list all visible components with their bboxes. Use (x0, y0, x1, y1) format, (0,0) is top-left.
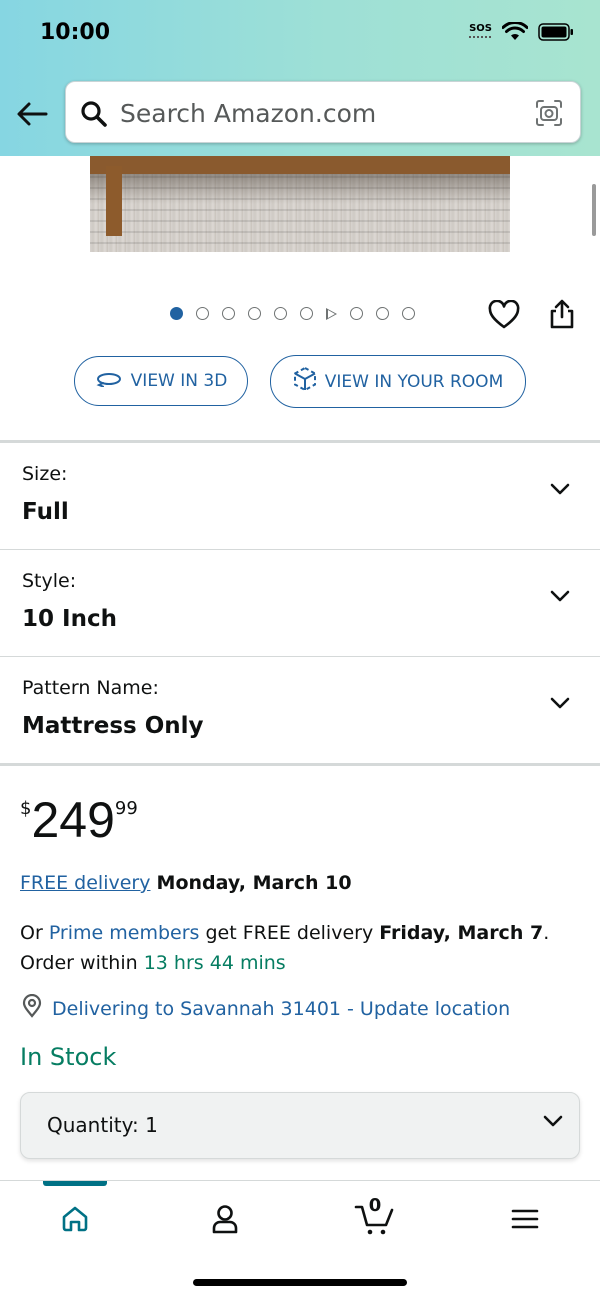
pattern-label: Pattern Name: (22, 677, 159, 699)
prime-members-link[interactable]: Prime members (49, 922, 200, 944)
carousel-dot[interactable] (222, 307, 235, 320)
chevron-down-icon (550, 483, 570, 495)
back-button[interactable] (14, 96, 50, 132)
app-header: 10:00 SOS (0, 0, 600, 156)
home-indicator[interactable] (193, 1279, 407, 1286)
cart-count: 0 (368, 1195, 382, 1216)
battery-icon (538, 22, 574, 46)
quantity-label: Quantity: (47, 1113, 139, 1137)
prime-delivery-info: Or Prime members get FREE delivery Frida… (20, 922, 550, 974)
pattern-value: Mattress Only (22, 713, 204, 739)
status-time: 10:00 (40, 20, 111, 45)
pattern-selector[interactable]: Pattern Name: Mattress Only (0, 657, 600, 763)
scrollbar[interactable] (592, 184, 596, 236)
status-icons: SOS (469, 21, 574, 46)
section-divider (0, 763, 600, 766)
delivery-location-link[interactable]: Delivering to Savannah 31401 - Update lo… (20, 993, 511, 1023)
carousel-dot[interactable] (170, 307, 183, 320)
bed-leg (106, 166, 122, 236)
arrow-left-icon (17, 102, 48, 126)
search-input[interactable] (120, 96, 520, 130)
nav-active-indicator (43, 1181, 107, 1186)
style-label: Style: (22, 570, 77, 592)
quantity-dropdown[interactable]: Quantity: 1 (20, 1092, 580, 1159)
ar-cube-icon (293, 366, 317, 397)
carousel-dot[interactable] (274, 307, 287, 320)
chevron-down-icon (550, 697, 570, 709)
carousel-dot[interactable] (376, 307, 389, 320)
product-image[interactable] (90, 156, 510, 252)
hamburger-menu-icon (511, 1209, 539, 1229)
prime-delivery-date: Friday, March 7 (379, 922, 544, 944)
carousel-dot[interactable] (300, 307, 313, 320)
view-in-3d-button[interactable]: VIEW IN 3D (74, 356, 248, 406)
carousel-dot[interactable] (402, 307, 415, 320)
image-carousel-dots (170, 307, 415, 320)
quantity-value: 1 (145, 1113, 158, 1137)
stock-status: In Stock (20, 1043, 117, 1071)
price-symbol: $ (20, 798, 32, 819)
carousel-video-icon[interactable] (326, 307, 337, 320)
chevron-down-icon (550, 590, 570, 602)
rotate-3d-icon (95, 371, 123, 392)
delivery-info: FREE delivery Monday, March 10 (20, 872, 352, 894)
nav-account[interactable] (200, 1199, 250, 1239)
share-icon[interactable] (548, 298, 576, 334)
bed-frame (90, 156, 510, 174)
view-in-your-room-button[interactable]: VIEW IN YOUR ROOM (270, 355, 526, 408)
home-icon (62, 1206, 88, 1232)
nav-home[interactable] (50, 1199, 100, 1239)
order-countdown: 13 hrs 44 mins (143, 952, 286, 974)
camera-search-icon[interactable] (534, 98, 564, 132)
style-value: 10 Inch (22, 606, 117, 632)
view-in-3d-label: VIEW IN 3D (130, 371, 228, 391)
price-fraction: 99 (114, 798, 138, 819)
search-icon (80, 100, 108, 132)
nav-menu[interactable] (500, 1199, 550, 1239)
nav-cart[interactable]: 0 (350, 1195, 400, 1239)
person-icon (212, 1205, 238, 1234)
search-bar[interactable] (65, 81, 581, 143)
wifi-icon (501, 21, 529, 46)
size-selector[interactable]: Size: Full (0, 443, 600, 549)
location-text: Delivering to Savannah 31401 - Update lo… (52, 997, 511, 1020)
product-price: $ 249 99 (20, 792, 138, 848)
carousel-dot[interactable] (350, 307, 363, 320)
sos-indicator: SOS (469, 24, 492, 38)
location-pin-icon (20, 993, 44, 1023)
wishlist-heart-icon[interactable] (488, 299, 520, 334)
chevron-down-icon (543, 1115, 563, 1127)
size-label: Size: (22, 463, 68, 485)
view-in-your-room-label: VIEW IN YOUR ROOM (324, 371, 504, 392)
size-value: Full (22, 499, 69, 525)
carousel-dot[interactable] (196, 307, 209, 320)
price-whole: 249 (31, 792, 115, 848)
free-delivery-link[interactable]: FREE delivery (20, 872, 150, 894)
carousel-dot[interactable] (248, 307, 261, 320)
delivery-date: Monday, March 10 (156, 872, 352, 894)
style-selector[interactable]: Style: 10 Inch (0, 550, 600, 656)
